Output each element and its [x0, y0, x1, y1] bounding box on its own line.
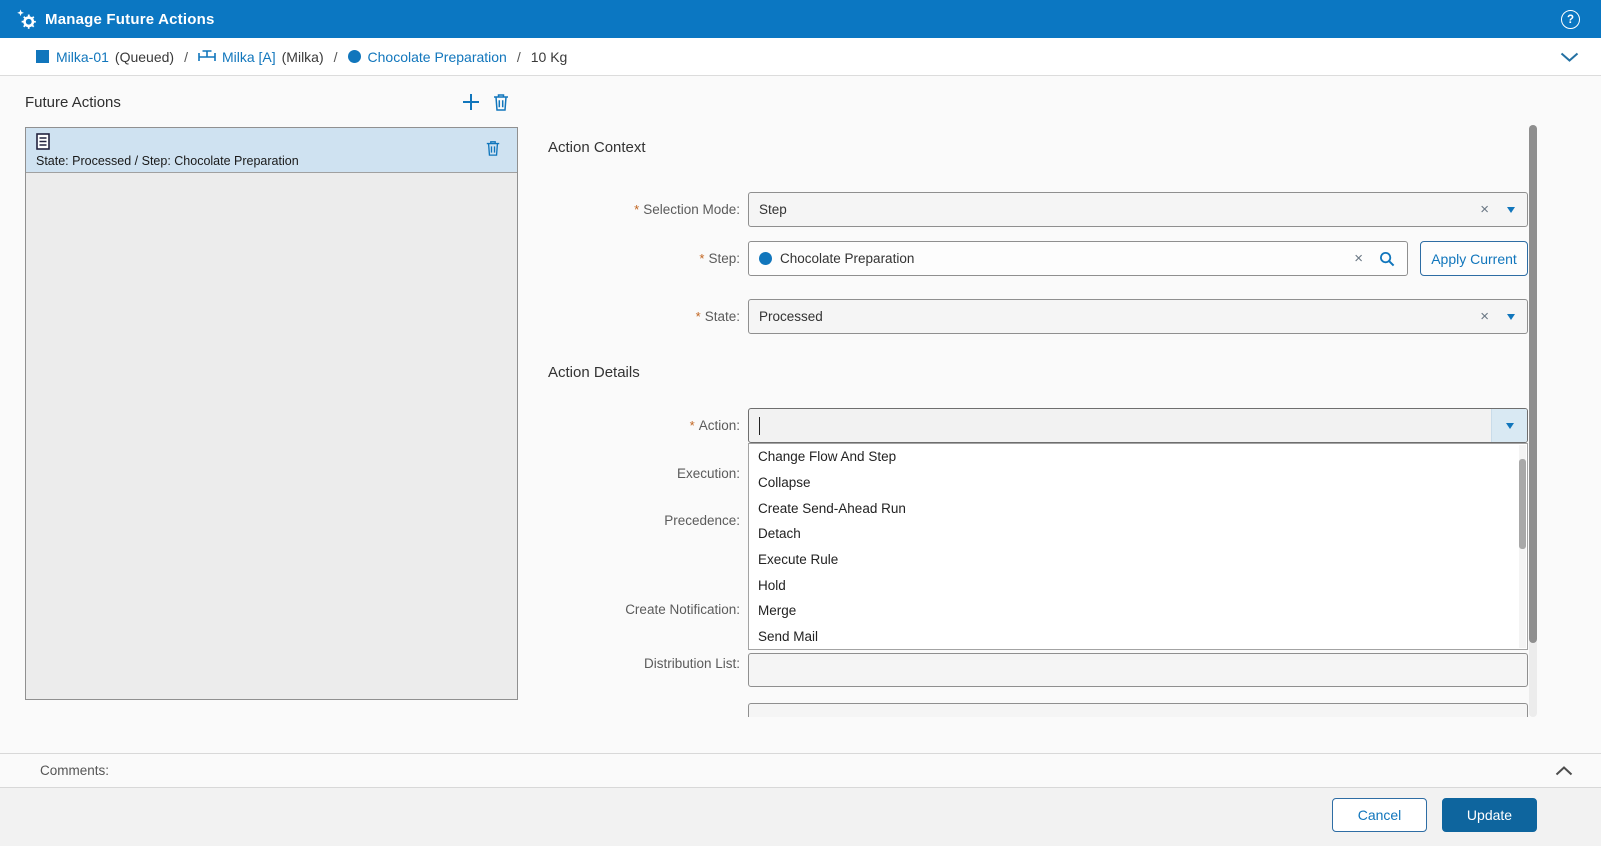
scrollbar-thumb[interactable] [1529, 125, 1537, 643]
chevron-down-icon [1506, 423, 1514, 429]
clear-icon[interactable]: × [1480, 309, 1489, 324]
comments-label: Comments: [40, 763, 109, 778]
required-marker: * [696, 309, 701, 324]
chevron-up-icon[interactable] [1555, 766, 1573, 776]
quantity-text: 10 Kg [531, 49, 568, 65]
section-action-details: Action Details [548, 364, 640, 381]
breadcrumb: Milka-01 (Queued) / Milka [A] (Milka) / … [0, 38, 1601, 76]
distribution-list-input[interactable] [748, 653, 1528, 687]
breadcrumb-separator: / [334, 49, 338, 65]
selection-mode-label: * Selection Mode: [548, 192, 740, 226]
dropdown-option[interactable]: Merge [749, 598, 1527, 624]
section-action-context: Action Context [548, 139, 646, 156]
step-picker[interactable]: Chocolate Preparation × [748, 241, 1408, 276]
distribution-list-label: Distribution List: [548, 646, 740, 680]
action-combobox[interactable] [748, 408, 1528, 443]
breadcrumb-separator: / [184, 49, 188, 65]
dropdown-option[interactable]: Hold [749, 572, 1527, 598]
dropdown-option[interactable]: Execute Rule [749, 547, 1527, 573]
delete-item-trash-icon[interactable] [485, 139, 501, 157]
clipped-field[interactable] [748, 703, 1528, 717]
clear-icon[interactable]: × [1480, 202, 1489, 217]
create-notification-label: Create Notification: [548, 592, 740, 626]
execution-label: Execution: [548, 456, 740, 490]
action-dropdown-toggle[interactable] [1491, 409, 1527, 442]
breadcrumb-step-link[interactable]: Chocolate Preparation [368, 49, 507, 65]
help-icon[interactable]: ? [1561, 10, 1580, 29]
flow-detail: (Milka) [282, 49, 324, 65]
manage-future-actions-dialog: Manage Future Actions ? Milka-01 (Queued… [0, 0, 1601, 846]
dropdown-option[interactable]: Change Flow And Step [749, 444, 1527, 470]
step-circle-icon [348, 50, 361, 63]
add-action-button[interactable] [461, 92, 481, 112]
state-select[interactable]: Processed × [748, 299, 1528, 334]
chevron-down-icon[interactable] [1507, 207, 1515, 213]
action-label: * Action: [548, 408, 740, 442]
title-bar: Manage Future Actions ? [0, 0, 1601, 38]
chevron-down-icon[interactable] [1560, 52, 1579, 63]
selection-mode-select[interactable]: Step × [748, 192, 1528, 227]
future-actions-list: State: Processed / Step: Chocolate Prepa… [25, 127, 518, 700]
action-dropdown-list: Change Flow And Step Collapse Create Sen… [748, 443, 1528, 650]
breadcrumb-separator: / [517, 49, 521, 65]
clear-icon[interactable]: × [1354, 251, 1363, 266]
run-square-icon [36, 50, 49, 63]
required-marker: * [634, 202, 639, 217]
page-title: Manage Future Actions [45, 11, 215, 28]
step-label: * Step: [548, 241, 740, 275]
precedence-label: Precedence: [548, 503, 740, 537]
run-status: (Queued) [115, 49, 174, 65]
future-actions-title: Future Actions [25, 94, 121, 111]
chevron-down-icon[interactable] [1507, 314, 1515, 320]
state-value: Processed [759, 309, 823, 324]
selection-mode-value: Step [759, 202, 787, 217]
flow-icon [198, 49, 216, 64]
future-action-list-item[interactable]: State: Processed / Step: Chocolate Prepa… [26, 128, 517, 173]
step-circle-icon [759, 252, 772, 265]
document-lines-icon [36, 133, 50, 150]
dropdown-scrollbar-thumb[interactable] [1519, 459, 1526, 549]
comments-section: Comments: [0, 753, 1601, 788]
future-action-item-label: State: Processed / Step: Chocolate Prepa… [36, 154, 299, 168]
gear-icon [16, 9, 36, 29]
dropdown-option[interactable]: Create Send-Ahead Run [749, 495, 1527, 521]
breadcrumb-flow-link[interactable]: Milka [A] [222, 49, 276, 65]
breadcrumb-run-link[interactable]: Milka-01 [56, 49, 109, 65]
dropdown-option[interactable]: Collapse [749, 470, 1527, 496]
cancel-button[interactable]: Cancel [1332, 798, 1427, 832]
state-label: * State: [548, 299, 740, 333]
required-marker: * [690, 418, 695, 433]
delete-all-trash-icon[interactable] [492, 92, 510, 112]
update-button[interactable]: Update [1442, 798, 1537, 832]
required-marker: * [699, 251, 704, 266]
dropdown-option[interactable]: Detach [749, 521, 1527, 547]
apply-current-button[interactable]: Apply Current [1420, 241, 1528, 276]
search-icon[interactable] [1379, 251, 1395, 267]
text-cursor [759, 417, 760, 435]
step-value: Chocolate Preparation [780, 251, 914, 266]
main-area: Future Actions State: Processed / Step: … [0, 76, 1601, 753]
dropdown-option[interactable]: Send Mail [749, 624, 1527, 650]
footer-bar: Cancel Update [0, 788, 1601, 846]
